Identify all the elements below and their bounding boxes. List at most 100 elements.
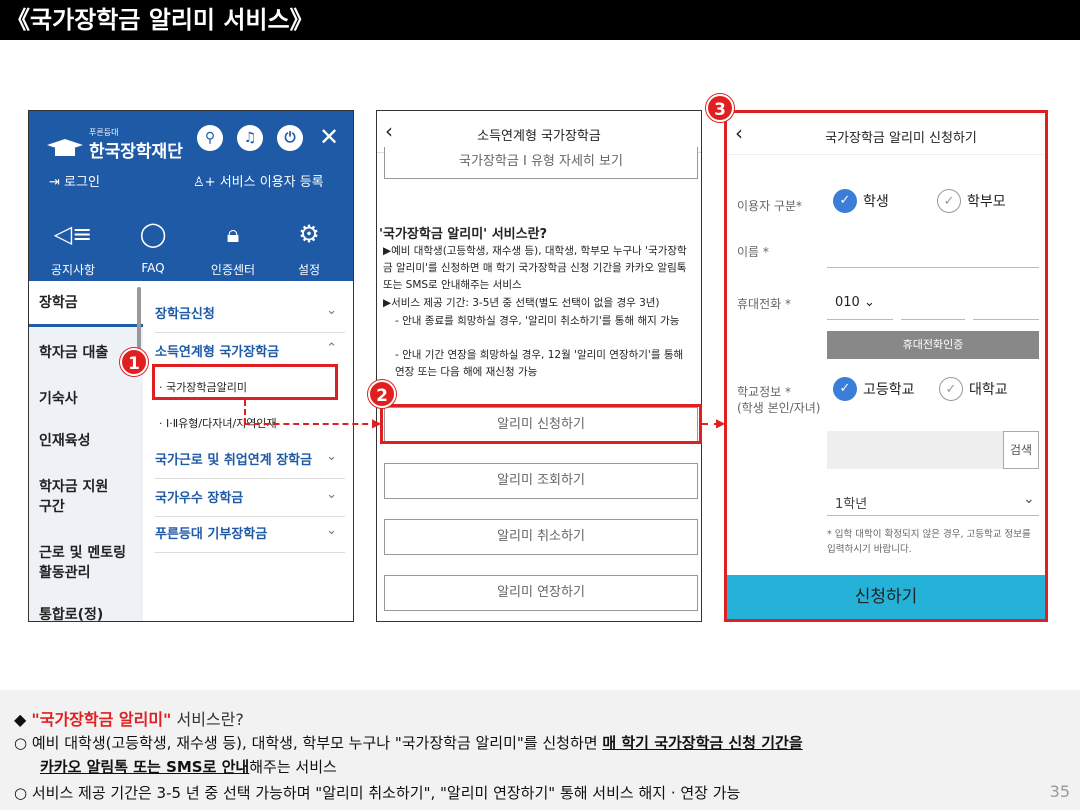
submit-button[interactable]: 신청하기 [727, 575, 1045, 619]
name-input[interactable] [827, 267, 1039, 268]
description-panel: ◆ "국가장학금 알리미" 서비스란? ○ 예비 대학생(고등학생, 재수생 등… [0, 690, 1080, 810]
detail-button[interactable]: 국가장학금 I 유형 자세히 보기 [384, 147, 698, 179]
highlight-box-2 [380, 404, 702, 444]
phone-auth-button[interactable]: 휴대전화인증 [827, 331, 1039, 359]
sub-nav-item[interactable]: 푸른등대 기부장학금 ⌄ [155, 523, 345, 553]
left-nav: 장학금 학자금 대출 기숙사 인재육성 학자금 지원구간 근로 및 멘토링 활동… [29, 281, 143, 621]
menu-label: 설정 [297, 263, 321, 277]
alimi-cancel-button[interactable]: 알리미 취소하기 [384, 519, 698, 555]
bell-icon[interactable]: ♫ [237, 125, 263, 151]
menu-faq[interactable]: ◯ FAQ [123, 219, 183, 275]
info-paragraph: - 안내 종료를 희망하실 경우, '알리미 취소하기'를 통해 해지 가능 [395, 315, 680, 327]
grade-select[interactable]: 1학년 [835, 493, 867, 512]
sub-nav-label: 장학금신청 [155, 307, 215, 322]
left-nav-item[interactable]: 장학금 [39, 293, 78, 313]
user-type-label: 이용자 구분* [737, 199, 803, 213]
power-icon[interactable]: ⏻ [277, 125, 303, 151]
sub-nav-label: 푸른등대 기부장학금 [155, 527, 268, 542]
page-number: 35 [1049, 782, 1070, 801]
arrow-head-icon: ▶ [716, 416, 726, 430]
desc-highlight: "국가장학금 알리미" [31, 710, 172, 729]
arrow-head-icon: ▶ [372, 416, 382, 430]
login-label: 로그인 [64, 175, 100, 190]
left-nav-item[interactable]: 통합로(정) [39, 605, 103, 621]
phone-last-input[interactable] [973, 319, 1039, 320]
option-university[interactable]: 대학교 [969, 379, 1008, 399]
desc-text: ○ 예비 대학생(고등학생, 재수생 등), 대학생, 학부모 누구나 "국가장… [14, 734, 603, 752]
school-note: * 입학 대학이 확정되지 않은 경우, 고등학교 정보를 입력하시기 바랍니다… [827, 529, 1031, 555]
alimi-extend-button[interactable]: 알리미 연장하기 [384, 575, 698, 611]
school-label: 학교정보 * [737, 385, 791, 399]
sub-nav-label: 소득연계형 국가장학금 [155, 345, 280, 360]
gear-icon: ⚙ [298, 220, 320, 248]
check-icon[interactable]: ✓ [833, 189, 857, 213]
chat-icon: ◯ [139, 220, 167, 248]
search-button[interactable]: 검색 [1003, 431, 1039, 469]
chevron-down-icon: ⌄ [859, 295, 875, 310]
left-nav-item[interactable]: 기숙사 [39, 389, 78, 409]
chevron-down-icon: ⌄ [326, 449, 337, 464]
menu-settings[interactable]: ⚙ 설정 [279, 219, 339, 278]
step-badge-3: 3 [706, 94, 734, 122]
graduation-cap-icon [47, 139, 83, 156]
name-label: 이름 * [737, 245, 769, 259]
apply-screen: ‹ 국가장학금 알리미 신청하기 이용자 구분* ✓ 학생 ✓ 학부모 이름 *… [724, 110, 1048, 622]
desc-line: ○ 예비 대학생(고등학생, 재수생 등), 대학생, 학부모 누구나 "국가장… [14, 732, 803, 753]
speaker-icon: ◁≡ [53, 220, 93, 248]
phone-prefix-underline [827, 319, 893, 320]
school-search-input[interactable] [827, 431, 1003, 469]
phone-mid-input[interactable] [901, 319, 965, 320]
header: ‹ 국가장학금 알리미 신청하기 [727, 113, 1045, 155]
info-screen: ‹ 소득연계형 국가장학금 국가장학금 I 유형 자세히 보기 '국가장학금 알… [376, 110, 702, 622]
check-icon[interactable]: ✓ [939, 377, 963, 401]
screen-title: 국가장학금 알리미 신청하기 [825, 131, 977, 146]
search-icon[interactable]: ⚲ [197, 125, 223, 151]
desc-line: ○ 서비스 제공 기간은 3-5 년 중 선택 가능하며 "알리미 취소하기",… [14, 784, 741, 802]
sub-nav-item[interactable]: 장학금신청 ⌄ [155, 303, 345, 333]
alimi-query-button[interactable]: 알리미 조회하기 [384, 463, 698, 499]
left-nav-item[interactable]: 근로 및 멘토링 활동관리 [39, 543, 139, 583]
register-link[interactable]: ♙+ 서비스 이용자 등록 [193, 171, 324, 190]
screen-title: 소득연계형 국가장학금 [477, 129, 601, 144]
desc-heading-text: 서비스란? [171, 710, 244, 729]
login-icon: ⇥ [49, 175, 65, 190]
left-nav-item[interactable]: 학자금 대출 [39, 343, 108, 363]
sub-nav-label: 국가근로 및 취업연계 장학금 [155, 453, 313, 468]
register-label: 서비스 이용자 등록 [219, 175, 324, 190]
menu-label: 공지사항 [50, 263, 96, 277]
option-highschool[interactable]: 고등학교 [863, 379, 915, 399]
login-link[interactable]: ⇥ 로그인 [49, 171, 100, 190]
left-nav-item[interactable]: 인재육성 [39, 431, 91, 451]
menu-auth[interactable]: 🔒︎ 인증센터 [203, 219, 263, 278]
option-student[interactable]: 학생 [863, 191, 889, 211]
chevron-down-icon: ⌄ [326, 523, 337, 538]
grade-underline [827, 515, 1039, 516]
chevron-down-icon: ⌄ [326, 303, 337, 318]
desc-heading: ◆ "국가장학금 알리미" 서비스란? [14, 706, 244, 730]
close-icon[interactable]: ✕ [319, 123, 339, 151]
logo-text: 한국장학재단 [89, 142, 183, 162]
sub-nav-item[interactable]: 국가근로 및 취업연계 장학금 ⌄ [155, 449, 345, 479]
phone-prefix-select[interactable]: 010 ⌄ [835, 295, 875, 310]
info-paragraph: - 안내 기간 연장을 희망하실 경우, 12월 '알리미 연장하기'를 통해 … [395, 349, 684, 378]
highlight-box-1 [152, 364, 338, 400]
info-paragraph: ▶예비 대학생(고등학생, 재수생 등), 대학생, 학부모 누구나 '국가장학… [383, 245, 687, 291]
lock-icon: 🔒︎ [226, 220, 240, 248]
menu-notice[interactable]: ◁≡ 공지사항 [43, 219, 103, 278]
step-badge-1: 1 [120, 348, 148, 376]
option-parent[interactable]: 학부모 [967, 191, 1006, 211]
check-icon[interactable]: ✓ [937, 189, 961, 213]
info-paragraph: ▶서비스 제공 기간: 3-5년 중 선택(별도 선택이 없을 경우 3년) [383, 297, 660, 309]
school-sub-label: (학생 본인/자녀) [737, 401, 821, 415]
left-nav-item[interactable]: 학자금 지원구간 [39, 477, 109, 517]
diamond-bullet: ◆ [14, 710, 32, 729]
connector-arrow-1 [244, 423, 378, 425]
page-title: 《국가장학금 알리미 서비스》 [0, 0, 1080, 40]
sub-nav-item[interactable]: 국가우수 장학금 ⌄ [155, 487, 345, 517]
desc-text: 해주는 서비스 [249, 758, 337, 776]
chevron-up-icon: ⌃ [326, 341, 337, 356]
back-arrow-icon[interactable]: ‹ [735, 121, 743, 145]
menu-label: 인증센터 [210, 263, 256, 277]
phone-label: 휴대전화 * [737, 297, 791, 311]
check-icon[interactable]: ✓ [833, 377, 857, 401]
